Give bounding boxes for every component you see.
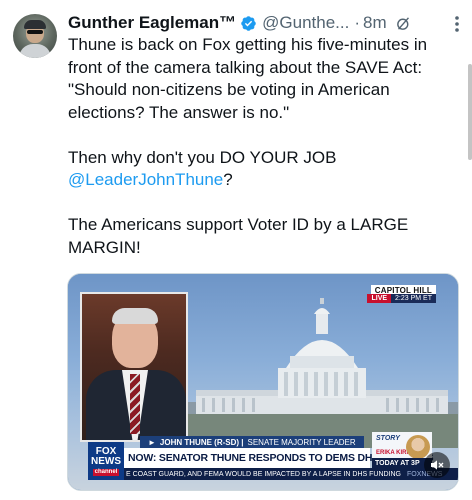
- mention-suffix: ?: [223, 170, 233, 189]
- avatar[interactable]: [13, 14, 57, 58]
- mention-link[interactable]: @LeaderJohnThune: [68, 170, 223, 189]
- network-logo-line2: NEWS: [91, 455, 121, 467]
- news-ticker: E COAST GUARD, AND FEMA WOULD BE IMPACTE…: [122, 468, 458, 480]
- grok-icon[interactable]: [395, 15, 412, 32]
- verified-badge-icon: [241, 15, 256, 31]
- tweet-text-line: elections? The answer is no.": [68, 102, 290, 122]
- lower-third-title: SENATE MAJORITY LEADER: [247, 437, 356, 447]
- tweet-text-line: @LeaderJohnThune?: [68, 169, 463, 192]
- tweet-video[interactable]: CAPITOL HILL LIVE 2:23 PM ET ► JOHN THUN…: [67, 273, 459, 491]
- speaker-hair: [112, 308, 158, 324]
- speaker-inset: [80, 292, 188, 442]
- headline-bar: NOW: SENATOR THUNE RESPONDS TO DEMS DHS …: [122, 448, 434, 468]
- tweet-text-line: front of the camera talking about the SA…: [68, 57, 423, 77]
- more-options-icon[interactable]: [448, 14, 466, 34]
- tweet-header: Gunther Eagleman™ @Gunthe... · 8m: [68, 12, 468, 34]
- mute-icon: [431, 460, 444, 470]
- capitol-dome-image: [186, 298, 458, 448]
- author-name[interactable]: Gunther Eagleman™: [68, 13, 236, 33]
- live-time: 2:23 PM ET: [391, 294, 436, 303]
- author-handle[interactable]: @Gunthe...: [262, 13, 349, 33]
- lower-third-name-bar: ► JOHN THUNE (R-SD) | SENATE MAJORITY LE…: [140, 436, 364, 448]
- scrollbar[interactable]: [468, 64, 472, 160]
- story-label: STORY: [376, 435, 400, 442]
- live-badge: LIVE 2:23 PM ET: [367, 294, 436, 303]
- tweet-text-line: The Americans support Voter ID by a LARG…: [68, 215, 409, 234]
- ticker-text: E COAST GUARD, AND FEMA WOULD BE IMPACTE…: [126, 470, 401, 478]
- network-logo-line1: FOX: [95, 445, 117, 457]
- avatar-sunglasses: [27, 30, 43, 34]
- tweet-timestamp[interactable]: 8m: [363, 13, 387, 33]
- network-logo-sub: channel: [92, 468, 120, 476]
- mute-button[interactable]: [424, 452, 450, 478]
- tweet-text-line: "Should non-citizens be voting in Americ…: [68, 80, 390, 99]
- avatar-body: [19, 44, 51, 58]
- live-label: LIVE: [367, 294, 392, 303]
- today-label: TODAY AT 3P: [372, 458, 432, 468]
- separator-dot: ·: [354, 13, 361, 32]
- network-logo: FOX NEWS channel: [88, 442, 124, 480]
- speaker-tie: [130, 374, 140, 434]
- lower-third-divider: |: [239, 437, 244, 447]
- avatar-cap: [24, 20, 46, 29]
- story-subtitle: ERIKA KIRK: [376, 450, 411, 456]
- tweet-text-line: MARGIN!: [68, 237, 141, 257]
- tweet-text-line: Thune is back on Fox getting his five-mi…: [68, 35, 428, 54]
- lower-third-arrow: ►: [148, 437, 156, 447]
- tweet-body: Thune is back on Fox getting his five-mi…: [68, 34, 463, 259]
- tweet-text-line: Then why don't you DO YOUR JOB: [68, 147, 337, 167]
- lower-third-name: JOHN THUNE (R-SD): [159, 437, 240, 447]
